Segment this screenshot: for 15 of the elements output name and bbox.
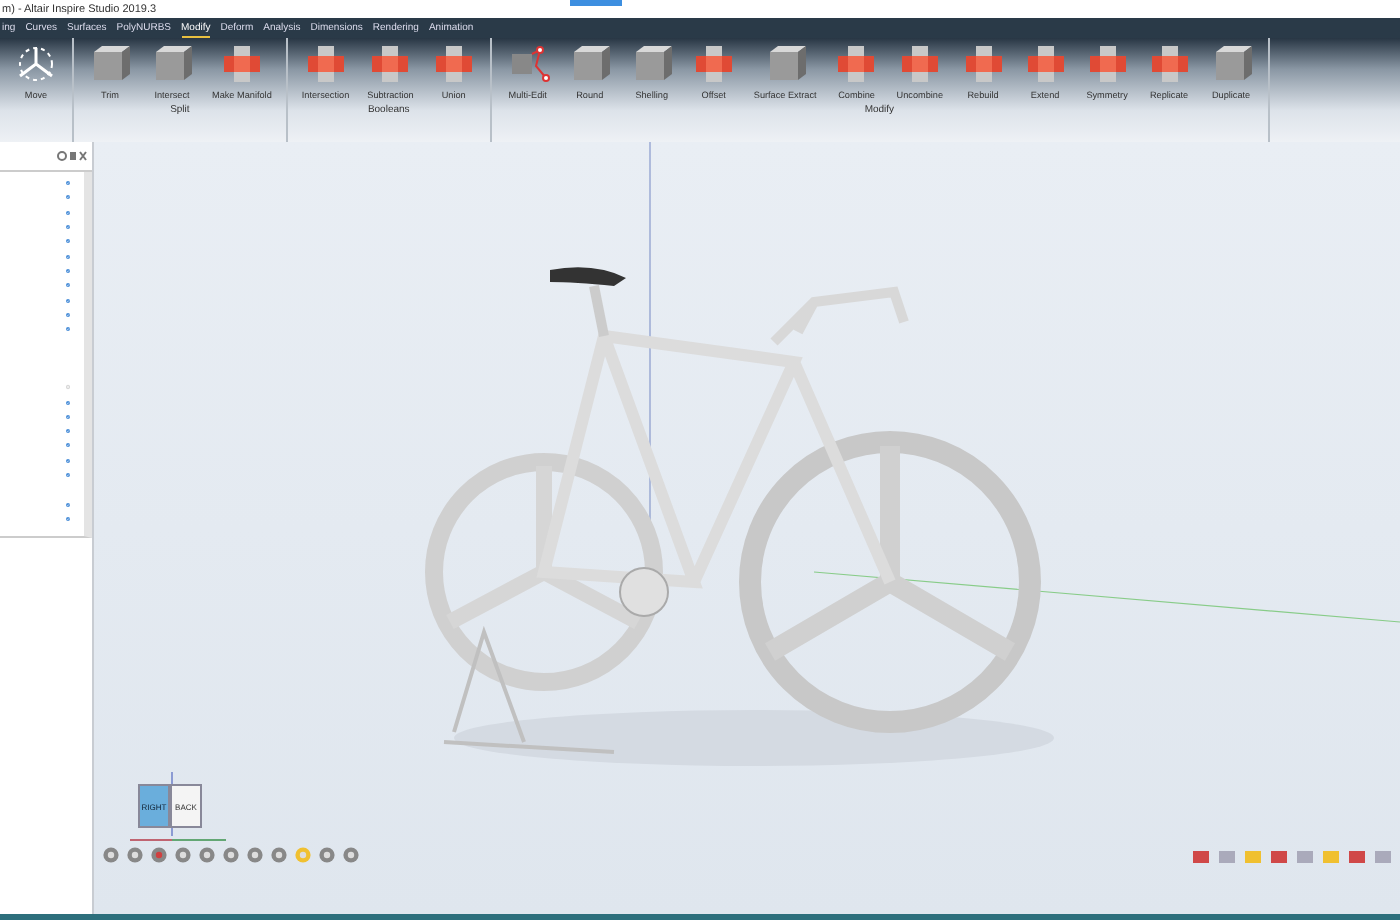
cross-block-icon <box>834 44 879 84</box>
cross-block-icon <box>431 44 476 84</box>
cross-block-icon <box>368 44 413 84</box>
move-arrows-icon <box>14 44 58 84</box>
block-icon <box>88 44 132 84</box>
cross-block-icon <box>1023 44 1068 84</box>
cross-block-icon <box>1147 44 1192 84</box>
cross-block-icon <box>961 44 1006 84</box>
block-icon <box>150 44 194 84</box>
cross-block-icon <box>1085 44 1130 84</box>
panel-tools-icon <box>56 150 88 162</box>
cross-block-icon <box>691 44 736 84</box>
cross-block-icon <box>219 44 264 84</box>
cross-block-icon <box>303 44 348 84</box>
cross-block-icon <box>897 44 942 84</box>
